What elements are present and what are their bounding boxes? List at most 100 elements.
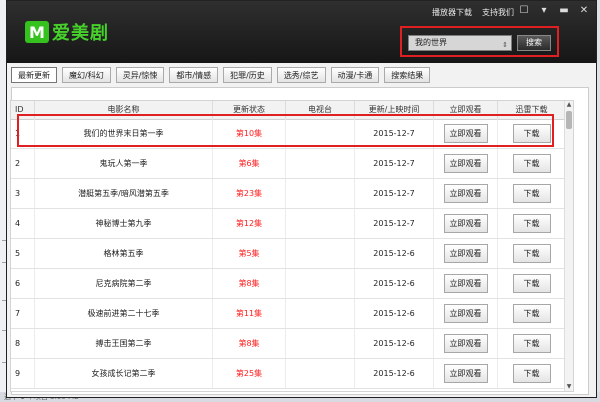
row-status: 第11集 bbox=[213, 299, 286, 328]
row-status: 第23集 bbox=[213, 179, 286, 208]
tab-search-results[interactable]: 搜索结果 bbox=[384, 67, 431, 83]
row-name: 潜艇第五季/暗风潜第五季 bbox=[35, 179, 213, 208]
watch-now-button[interactable]: 立即观看 bbox=[443, 304, 488, 323]
table-row[interactable]: 7 极速前进第二十七季 第11集 2015-12-6 立即观看 下载 bbox=[11, 299, 566, 329]
scroll-up-icon[interactable]: ▲ bbox=[565, 101, 573, 109]
row-name: 搏击王国第二季 bbox=[35, 329, 213, 358]
row-download-cell: 下载 bbox=[498, 179, 566, 208]
tab-horror-thriller[interactable]: 灵异/惊悚 bbox=[115, 67, 165, 83]
download-button[interactable]: 下载 bbox=[512, 184, 551, 203]
row-status: 第8集 bbox=[213, 329, 286, 358]
row-highlight-frame bbox=[17, 114, 554, 147]
row-name: 神秘博士第九季 bbox=[35, 209, 213, 238]
row-status: 第5集 bbox=[213, 239, 286, 268]
table-row[interactable]: 9 女孩成长记第二季 第25集 2015-12-6 立即观看 下载 bbox=[11, 359, 566, 389]
row-id: 5 bbox=[11, 239, 35, 268]
watch-now-button[interactable]: 立即观看 bbox=[443, 214, 488, 233]
table-row[interactable]: 6 尼克病院第二季 第8集 2015-12-6 立即观看 下载 bbox=[11, 269, 566, 299]
table-body: 1 我们的世界末日第一季 第10集 2015-12-7 立即观看 下载 2 鬼玩… bbox=[11, 119, 566, 391]
scroll-down-icon[interactable]: ▼ bbox=[565, 383, 573, 391]
search-button[interactable]: 搜索 bbox=[517, 35, 551, 51]
message-icon[interactable]: ☐ bbox=[518, 5, 530, 17]
row-status: 第6集 bbox=[213, 149, 286, 178]
watch-now-button[interactable]: 立即观看 bbox=[443, 364, 488, 383]
window-controls: ☐ ▾ ▬ ✕ bbox=[518, 5, 590, 17]
scroll-updown-icon: ⇕ bbox=[502, 41, 508, 49]
watch-now-button[interactable]: 立即观看 bbox=[443, 274, 488, 293]
row-date: 2015-12-6 bbox=[355, 269, 434, 298]
row-date: 2015-12-7 bbox=[355, 149, 434, 178]
download-button[interactable]: 下载 bbox=[512, 334, 551, 353]
row-id: 9 bbox=[11, 359, 35, 388]
tab-crime-history[interactable]: 犯罪/历史 bbox=[223, 67, 272, 83]
row-watch-cell: 立即观看 bbox=[434, 149, 498, 178]
row-tv bbox=[286, 269, 355, 298]
player-download-link[interactable]: 播放器下载 bbox=[432, 7, 472, 18]
tab-talent-variety[interactable]: 选秀/综艺 bbox=[276, 67, 326, 83]
support-us-link[interactable]: 支持我们 bbox=[482, 7, 514, 18]
row-name: 鬼玩人第一季 bbox=[35, 149, 213, 178]
logo-text: 爱美剧 bbox=[52, 23, 109, 44]
minimize-icon[interactable]: ▬ bbox=[558, 5, 570, 17]
watch-now-button[interactable]: 立即观看 bbox=[443, 244, 488, 263]
close-icon[interactable]: ✕ bbox=[578, 5, 590, 17]
row-status: 第8集 bbox=[213, 269, 286, 298]
download-button[interactable]: 下载 bbox=[512, 214, 551, 233]
row-id: 2 bbox=[11, 149, 35, 178]
menu-chevron-icon[interactable]: ▾ bbox=[538, 5, 550, 17]
download-button[interactable]: 下载 bbox=[512, 364, 551, 383]
watch-now-button[interactable]: 立即观看 bbox=[443, 334, 488, 353]
row-name: 女孩成长记第二季 bbox=[35, 359, 213, 388]
tab-anime-cartoon[interactable]: 动漫/卡通 bbox=[330, 67, 380, 83]
row-date: 2015-12-6 bbox=[355, 329, 434, 358]
search-input-value: 我的世界 bbox=[415, 38, 447, 47]
tab-latest[interactable]: 最新更新 bbox=[11, 67, 57, 83]
row-id: 6 bbox=[11, 269, 35, 298]
row-date: 2015-12-7 bbox=[355, 179, 434, 208]
row-tv bbox=[286, 149, 355, 178]
table-row[interactable]: 8 搏击王国第二季 第8集 2015-12-6 立即观看 下载 bbox=[11, 329, 566, 359]
row-id: 3 bbox=[11, 179, 35, 208]
tab-fantasy-scifi[interactable]: 魔幻/科幻 bbox=[62, 67, 111, 83]
row-watch-cell: 立即观看 bbox=[434, 179, 498, 208]
row-date: 2015-12-6 bbox=[355, 239, 434, 268]
row-status: 第25集 bbox=[213, 359, 286, 388]
row-tv bbox=[286, 359, 355, 388]
row-watch-cell: 立即观看 bbox=[434, 299, 498, 328]
row-watch-cell: 立即观看 bbox=[434, 269, 498, 298]
row-date: 2015-12-7 bbox=[355, 209, 434, 238]
tab-urban-romance[interactable]: 都市/情感 bbox=[169, 67, 219, 83]
row-date: 2015-12-6 bbox=[355, 359, 434, 388]
table-row[interactable]: 4 神秘博士第九季 第12集 2015-12-7 立即观看 下载 bbox=[11, 209, 566, 239]
row-download-cell: 下载 bbox=[498, 359, 566, 388]
row-name: 极速前进第二十七季 bbox=[35, 299, 213, 328]
row-tv bbox=[286, 329, 355, 358]
row-id: 4 bbox=[11, 209, 35, 238]
row-tv bbox=[286, 239, 355, 268]
table-row[interactable]: 5 格林第五季 第5集 2015-12-6 立即观看 下载 bbox=[11, 239, 566, 269]
watch-now-button[interactable]: 立即观看 bbox=[443, 184, 488, 203]
scrollbar-thumb[interactable] bbox=[566, 111, 572, 129]
download-button[interactable]: 下载 bbox=[512, 244, 551, 263]
row-name: 格林第五季 bbox=[35, 239, 213, 268]
search-input[interactable]: 我的世界 ⇕ bbox=[408, 35, 512, 51]
category-tabs: 最新更新 魔幻/科幻 灵异/惊悚 都市/情感 犯罪/历史 选秀/综艺 动漫/卡通… bbox=[11, 67, 431, 83]
logo-mark: M bbox=[25, 21, 49, 43]
row-watch-cell: 立即观看 bbox=[434, 329, 498, 358]
download-button[interactable]: 下载 bbox=[512, 274, 551, 293]
row-download-cell: 下载 bbox=[498, 269, 566, 298]
row-status: 第12集 bbox=[213, 209, 286, 238]
watch-now-button[interactable]: 立即观看 bbox=[443, 154, 488, 173]
row-watch-cell: 立即观看 bbox=[434, 239, 498, 268]
app-logo: M 爱美剧 bbox=[25, 19, 109, 45]
table-row[interactable]: 2 鬼玩人第一季 第6集 2015-12-7 立即观看 下载 bbox=[11, 149, 566, 179]
table-row[interactable]: 3 潜艇第五季/暗风潜第五季 第23集 2015-12-7 立即观看 下载 bbox=[11, 179, 566, 209]
download-button[interactable]: 下载 bbox=[512, 304, 551, 323]
row-tv bbox=[286, 179, 355, 208]
row-tv bbox=[286, 209, 355, 238]
row-watch-cell: 立即观看 bbox=[434, 359, 498, 388]
vertical-scrollbar[interactable]: ▲ ▼ bbox=[564, 101, 573, 391]
top-links: 播放器下载 支持我们 bbox=[432, 7, 514, 18]
row-tv bbox=[286, 299, 355, 328]
download-button[interactable]: 下载 bbox=[512, 154, 551, 173]
